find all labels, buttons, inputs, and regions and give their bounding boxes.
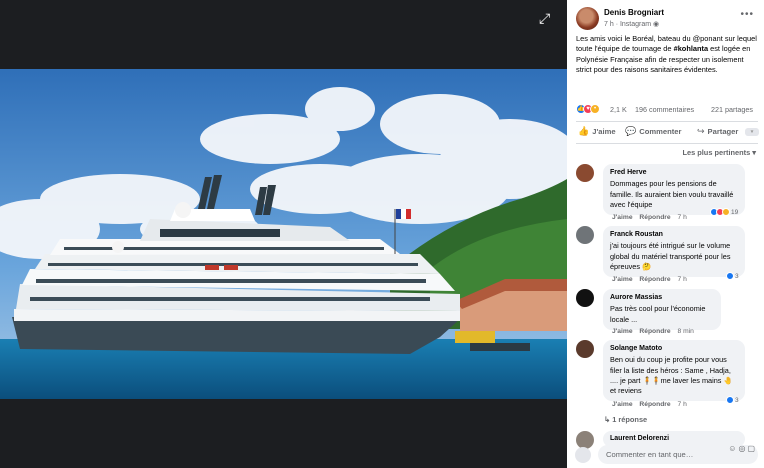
avatar[interactable] bbox=[576, 226, 594, 244]
comment-reactions[interactable]: 3 bbox=[726, 272, 739, 280]
divider bbox=[576, 143, 758, 144]
comment-meta: J'aime Répondre 7 h bbox=[612, 214, 692, 221]
avatar[interactable] bbox=[576, 289, 594, 307]
comment-text: j'ai toujours été intrigué sur le volume… bbox=[610, 241, 731, 271]
comment-composer: Commenter en tant que… ☺◎▢ bbox=[571, 442, 761, 466]
comment-reply-link[interactable]: Répondre bbox=[639, 328, 670, 335]
comment-reactions[interactable]: 3 bbox=[726, 396, 739, 404]
comment-meta: J'aime Répondre 7 h bbox=[612, 401, 692, 408]
share-label: Partager bbox=[707, 127, 739, 136]
like-reaction-icon bbox=[726, 396, 734, 404]
comment-text: Dommages pour les pensions de famille. I… bbox=[610, 179, 734, 209]
divider bbox=[576, 121, 758, 122]
comment-reply-link[interactable]: Répondre bbox=[639, 276, 670, 283]
avatar[interactable] bbox=[576, 164, 594, 182]
comment-sort-dropdown[interactable]: Les plus pertinents ▾ bbox=[682, 148, 756, 157]
share-button[interactable]: ↪ Partager bbox=[697, 126, 738, 137]
author-avatar[interactable] bbox=[576, 7, 599, 30]
like-button[interactable]: 👍 J'aime bbox=[578, 126, 616, 137]
comment-like-link[interactable]: J'aime bbox=[612, 401, 633, 408]
audience-selector-icon[interactable]: ▾ bbox=[745, 128, 759, 136]
comment-like-link[interactable]: J'aime bbox=[612, 214, 633, 221]
more-options-icon[interactable]: ••• bbox=[740, 9, 754, 20]
comment-item: Aurore Massias Pas très cool pour l'écon… bbox=[576, 289, 760, 337]
post-panel: Denis Brogniart 7 h · Instagram ◉ ••• Le… bbox=[567, 0, 764, 468]
comment-time[interactable]: 7 h bbox=[678, 401, 687, 408]
post-stats: 👍 ♥ • 2,1 K 196 commentaires 221 partage… bbox=[576, 104, 760, 116]
commenter-name[interactable]: Aurore Massias bbox=[610, 293, 714, 303]
haha-reaction-icon bbox=[722, 208, 730, 216]
comment-meta: J'aime Répondre 7 h bbox=[612, 276, 692, 283]
action-bar: 👍 J'aime 💬 Commenter ↪ Partager ▾ bbox=[576, 126, 760, 140]
comment-item: Franck Roustan j'ai toujours été intrigu… bbox=[576, 226, 760, 284]
comment-placeholder: Commenter en tant que… bbox=[606, 450, 694, 459]
post-time[interactable]: 7 h bbox=[604, 21, 614, 28]
composer-icons: ☺◎▢ bbox=[728, 444, 757, 453]
comment-icon: 💬 bbox=[625, 126, 637, 136]
commenter-name[interactable]: Fred Herve bbox=[610, 168, 738, 178]
post-source: Instagram bbox=[619, 21, 652, 28]
comment-item: Fred Herve Dommages pour les pensions de… bbox=[576, 164, 760, 224]
comment-time[interactable]: 7 h bbox=[678, 214, 687, 221]
comment-text: Ben oui du coup je profite pour vous fil… bbox=[610, 355, 733, 396]
comment-bubble: Aurore Massias Pas très cool pour l'écon… bbox=[603, 289, 721, 330]
reaction-count: 3 bbox=[735, 272, 739, 280]
view-replies-link[interactable]: ↳ 1 réponse bbox=[604, 415, 647, 424]
reaction-count: 3 bbox=[735, 396, 739, 404]
comment-time[interactable]: 7 h bbox=[678, 276, 687, 283]
comments-count[interactable]: 196 commentaires bbox=[635, 105, 694, 114]
comment-item: Solange Matoto Ben oui du coup je profit… bbox=[576, 340, 760, 412]
comment-reply-link[interactable]: Répondre bbox=[639, 401, 670, 408]
commenter-name[interactable]: Solange Matoto bbox=[610, 344, 738, 354]
reaction-count: 19 bbox=[731, 208, 739, 216]
comment-like-link[interactable]: J'aime bbox=[612, 328, 633, 335]
comment-bubble: Franck Roustan j'ai toujours été intrigu… bbox=[603, 226, 745, 278]
like-reaction-icon bbox=[726, 272, 734, 280]
comment-button[interactable]: 💬 Commenter bbox=[625, 126, 681, 137]
emoji-icon[interactable]: ☺ bbox=[728, 444, 738, 453]
like-label: J'aime bbox=[592, 127, 616, 136]
author-name[interactable]: Denis Brogniart bbox=[604, 8, 664, 17]
thumbs-up-icon: 👍 bbox=[578, 126, 590, 136]
avatar[interactable] bbox=[576, 340, 594, 358]
post-header: Denis Brogniart 7 h · Instagram ◉ ••• bbox=[576, 6, 760, 32]
reaction-count[interactable]: 2,1 K bbox=[610, 105, 627, 114]
photo-viewer: ⤢ bbox=[0, 0, 567, 468]
comment-time[interactable]: 8 min bbox=[678, 328, 694, 335]
sort-label: Les plus pertinents bbox=[682, 148, 751, 157]
comment-bubble: Solange Matoto Ben oui du coup je profit… bbox=[603, 340, 745, 402]
post-photo bbox=[0, 69, 567, 399]
reply-arrow-icon: ↳ bbox=[604, 415, 613, 424]
globe-icon: ◉ bbox=[653, 21, 660, 28]
hashtag-link[interactable]: #kohlanta bbox=[674, 44, 709, 53]
post-meta: 7 h · Instagram ◉ bbox=[604, 20, 659, 28]
expand-icon[interactable]: ⤢ bbox=[539, 10, 555, 26]
chevron-down-icon: ▾ bbox=[752, 148, 756, 157]
user-avatar bbox=[575, 447, 591, 463]
shares-count[interactable]: 221 partages bbox=[711, 105, 753, 114]
comment-reply-link[interactable]: Répondre bbox=[639, 214, 670, 221]
comment-reactions[interactable]: 19 bbox=[710, 208, 738, 216]
comment-meta: J'aime Répondre 8 min bbox=[612, 328, 699, 335]
share-icon: ↪ bbox=[697, 126, 705, 136]
gif-icon[interactable]: ▢ bbox=[747, 444, 757, 453]
reaction-icons[interactable]: 👍 ♥ • bbox=[576, 104, 606, 115]
comment-label: Commenter bbox=[639, 127, 682, 136]
comment-like-link[interactable]: J'aime bbox=[612, 276, 633, 283]
commenter-name[interactable]: Franck Roustan bbox=[610, 230, 738, 240]
comment-text: Pas très cool pour l'économie locale ... bbox=[610, 304, 706, 324]
wow-reaction-icon: • bbox=[590, 104, 600, 114]
replies-label: 1 réponse bbox=[612, 415, 648, 424]
post-caption: Les amis voici le Boréal, bateau du @pon… bbox=[576, 34, 761, 75]
